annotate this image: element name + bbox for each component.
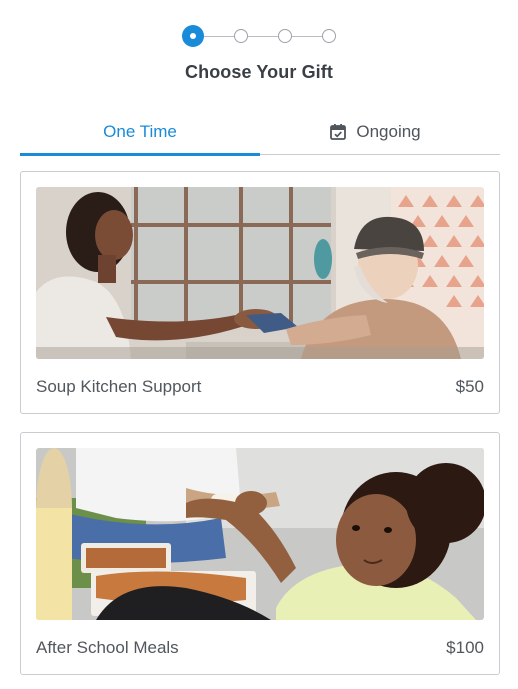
- step-2-indicator: [234, 29, 248, 43]
- soup-kitchen-photo: [36, 187, 484, 359]
- active-tab-indicator: [20, 153, 260, 156]
- tab-ongoing-label: Ongoing: [356, 122, 421, 141]
- gift-card-after-school-meals[interactable]: After School Meals $100: [20, 432, 500, 675]
- gift-price: $50: [455, 377, 484, 396]
- progress-stepper: [182, 25, 338, 49]
- tab-ongoing[interactable]: Ongoing: [260, 108, 500, 156]
- step-1-indicator: [182, 25, 204, 47]
- page-title: Choose Your Gift: [185, 62, 333, 82]
- gift-name: Soup Kitchen Support: [36, 377, 202, 396]
- stepper-connector: [292, 36, 324, 37]
- tab-one-time-label: One Time: [103, 122, 177, 141]
- after-school-meals-photo: [36, 448, 484, 620]
- gift-card-soup-kitchen[interactable]: Soup Kitchen Support $50: [20, 171, 500, 414]
- stepper-connector: [204, 36, 236, 37]
- calendar-icon: [330, 124, 347, 140]
- tab-one-time[interactable]: One Time: [20, 108, 260, 156]
- gift-name: After School Meals: [36, 638, 179, 657]
- gift-price: $100: [446, 638, 484, 657]
- step-3-indicator: [278, 29, 292, 43]
- step-4-indicator: [322, 29, 336, 43]
- gift-selection-app: Choose Your Gift One Time Ongoing Soup K…: [0, 0, 518, 689]
- gift-frequency-tabs: One Time Ongoing: [20, 108, 500, 156]
- stepper-connector: [248, 36, 280, 37]
